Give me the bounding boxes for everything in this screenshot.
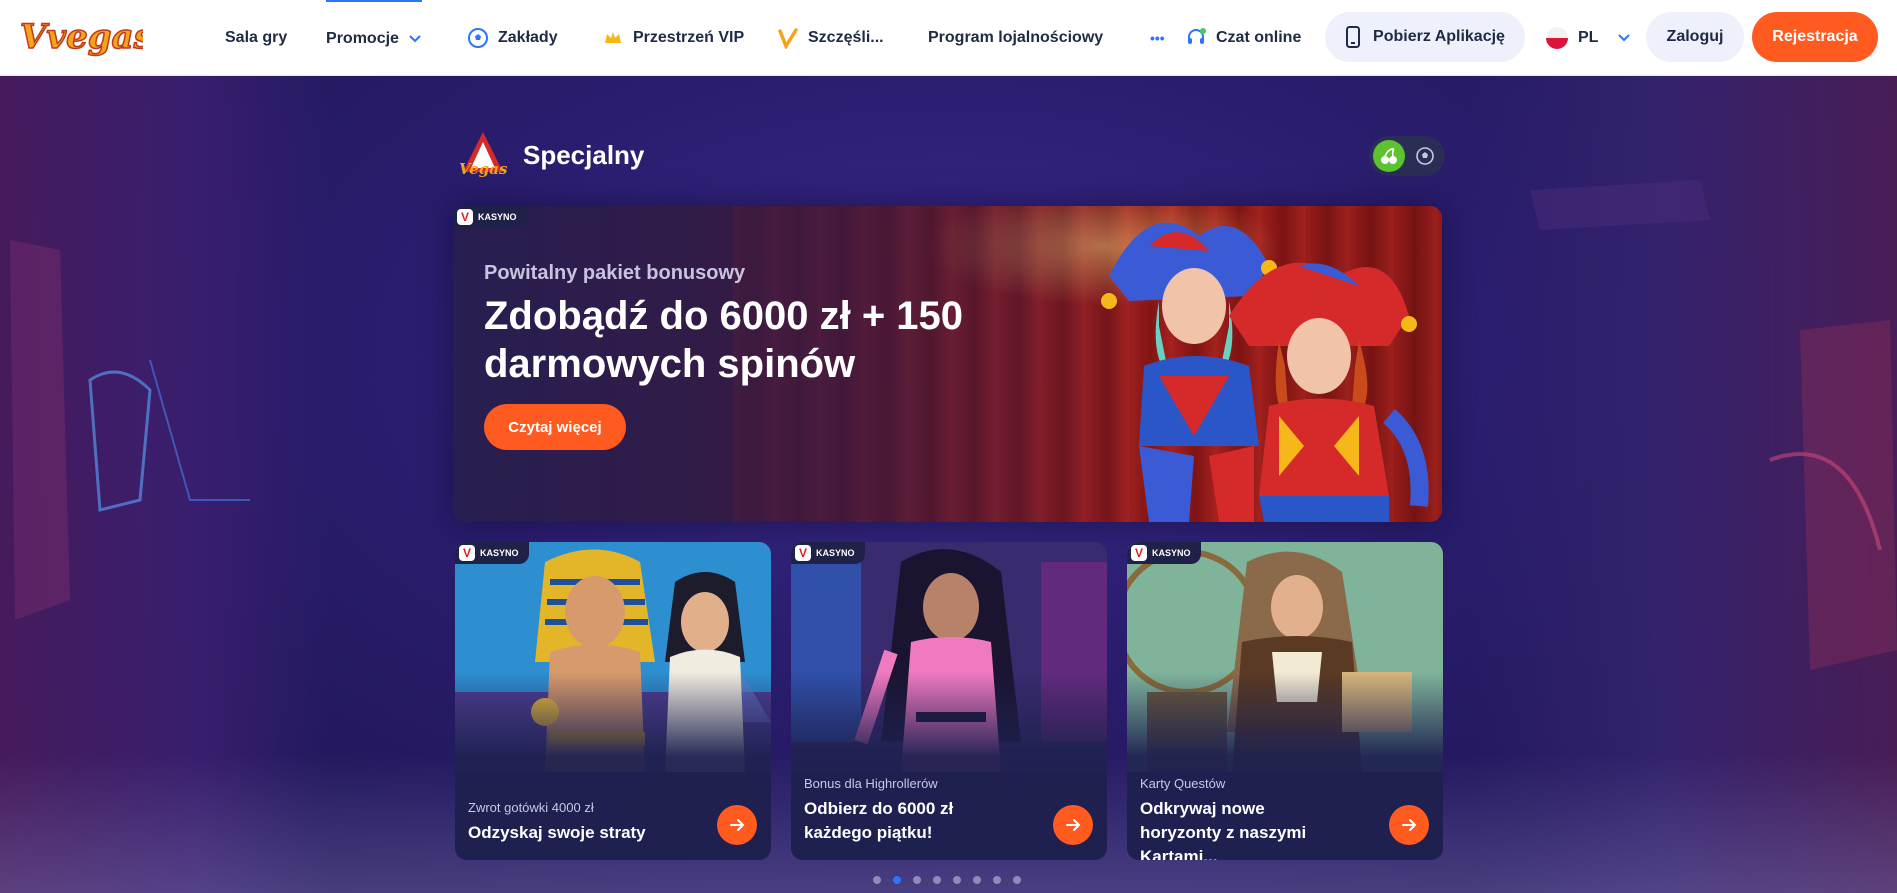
card-arrow-button[interactable] xyxy=(1389,805,1429,845)
nav-game-hall[interactable]: Sala gry xyxy=(225,0,287,76)
smartphone-icon xyxy=(1346,26,1361,48)
chevron-down-icon xyxy=(1618,34,1631,42)
section-title: Specjalny xyxy=(523,140,645,170)
v-brand-icon: V xyxy=(457,209,473,225)
pagination-dot[interactable] xyxy=(1013,876,1021,884)
card-title: Odkrywaj nowe horyzonty z naszymi Kartam… xyxy=(1140,799,1307,860)
promo-card-cashback[interactable]: V KASYNO Zwrot gotówki 4000 zł Odzyskaj … xyxy=(455,542,771,860)
casino-badge: V KASYNO xyxy=(455,542,529,564)
casino-toggle-option[interactable] xyxy=(1373,140,1405,172)
pagination-dot[interactable] xyxy=(973,876,981,884)
vegas-badge-text: Vegas xyxy=(459,160,508,178)
sports-toggle-option[interactable] xyxy=(1409,140,1441,172)
casino-badge-label: KASYNO xyxy=(816,548,855,558)
soccer-ball-icon xyxy=(468,28,488,48)
headset-icon xyxy=(1188,28,1206,44)
nav-game-hall-label: Sala gry xyxy=(225,29,288,46)
chevron-down-icon xyxy=(409,35,421,43)
card-arrow-button[interactable] xyxy=(717,805,757,845)
download-app-label: Pobierz Aplikację xyxy=(1373,28,1505,45)
login-button[interactable]: Zaloguj xyxy=(1646,12,1744,62)
crown-icon xyxy=(605,32,621,43)
soccer-ball-icon xyxy=(1416,147,1434,165)
nav-bets-label: Zakłady xyxy=(498,29,558,46)
v-brand-icon: V xyxy=(795,545,811,561)
more-menu-button[interactable]: ••• xyxy=(1150,0,1165,76)
casino-badge: V KASYNO xyxy=(453,206,527,228)
card-title: Odzyskaj swoje straty xyxy=(468,823,646,842)
pagination-dot[interactable] xyxy=(993,876,1001,884)
arrow-right-icon xyxy=(1066,819,1081,831)
casino-badge-label: KASYNO xyxy=(480,548,519,558)
login-label: Zaloguj xyxy=(1666,28,1724,45)
nav-loyalty-program[interactable]: Program lojalnościowy xyxy=(928,0,1103,76)
pagination-dot[interactable] xyxy=(873,876,881,884)
nav-bets[interactable]: Zakłady xyxy=(467,0,558,76)
casino-badge: V KASYNO xyxy=(1127,542,1201,564)
download-app-button[interactable]: Pobierz Aplikację xyxy=(1325,12,1525,62)
vvegas-logo[interactable]: Vvegas xyxy=(18,8,143,64)
card-subtitle: Karty Questów xyxy=(1140,776,1226,791)
casino-badge-label: KASYNO xyxy=(478,212,517,222)
welcome-bonus-banner[interactable]: V KASYNO Powitalny pakiet bonusowy Zdobą… xyxy=(453,206,1442,522)
nav-vip-space[interactable]: Przestrzeń VIP xyxy=(602,0,744,76)
arrow-right-icon xyxy=(1402,819,1417,831)
nav-lucky[interactable]: Szczęśli... xyxy=(777,0,884,76)
poland-flag-icon xyxy=(1546,27,1568,49)
nav-promotions-label: Promocje xyxy=(326,30,399,47)
cherries-icon xyxy=(1381,148,1397,164)
nav-vip-label: Przestrzeń VIP xyxy=(633,29,745,46)
more-dots-icon: ••• xyxy=(1150,30,1165,46)
card-subtitle: Zwrot gotówki 4000 zł xyxy=(468,800,594,815)
neon-sign-decoration-right xyxy=(1530,180,1897,670)
card-subtitle: Bonus dla Highrollerów xyxy=(804,776,938,791)
promo-card-highroller[interactable]: V KASYNO Bonus dla Highrollerów Odbierz … xyxy=(791,542,1107,860)
pagination-dot[interactable] xyxy=(933,876,941,884)
pagination-dot[interactable] xyxy=(913,876,921,884)
jester-characters-illustration xyxy=(1101,222,1429,522)
v-logo-icon xyxy=(778,28,798,49)
online-chat-label: Czat online xyxy=(1216,29,1302,46)
nav-promotions[interactable]: Promocje xyxy=(326,0,422,76)
language-selector[interactable]: PL xyxy=(1545,0,1631,76)
section-header: Vegas Specjalny xyxy=(455,128,1445,184)
pagination-dot[interactable] xyxy=(893,876,901,884)
register-button[interactable]: Rejestracja xyxy=(1752,12,1878,62)
online-chat-button[interactable]: Czat online xyxy=(1185,0,1301,76)
hero-title: Zdobądź do 6000 zł + 150 darmowych spinó… xyxy=(484,294,964,386)
arrow-right-icon xyxy=(730,819,745,831)
pagination-dot[interactable] xyxy=(953,876,961,884)
register-label: Rejestracja xyxy=(1772,28,1858,45)
hero-subtitle: Powitalny pakiet bonusowy xyxy=(484,262,746,284)
read-more-button[interactable]: Czytaj więcej xyxy=(484,404,626,450)
neon-sign-decoration xyxy=(10,240,250,620)
nav-loyalty-label: Program lojalnościowy xyxy=(928,29,1104,46)
category-toggle[interactable] xyxy=(1369,136,1445,176)
top-navigation-bar: Vvegas Sala gry Promocje Zakłady Przestr… xyxy=(0,0,1897,76)
nav-lucky-label: Szczęśli... xyxy=(808,29,884,46)
casino-badge: V KASYNO xyxy=(791,542,865,564)
svg-text:Vvegas: Vvegas xyxy=(20,17,143,57)
promo-card-quest[interactable]: V KASYNO Karty Questów Odkrywaj nowe hor… xyxy=(1127,542,1443,860)
vegas-badge-logo: Vegas xyxy=(459,132,508,178)
card-arrow-button[interactable] xyxy=(1053,805,1093,845)
v-brand-icon: V xyxy=(1131,545,1147,561)
card-title: Odbierz do 6000 zł każdego piątku! xyxy=(804,799,954,842)
v-brand-icon: V xyxy=(459,545,475,561)
casino-badge-label: KASYNO xyxy=(1152,548,1191,558)
carousel-pagination xyxy=(873,876,1021,884)
language-label: PL xyxy=(1578,29,1599,46)
